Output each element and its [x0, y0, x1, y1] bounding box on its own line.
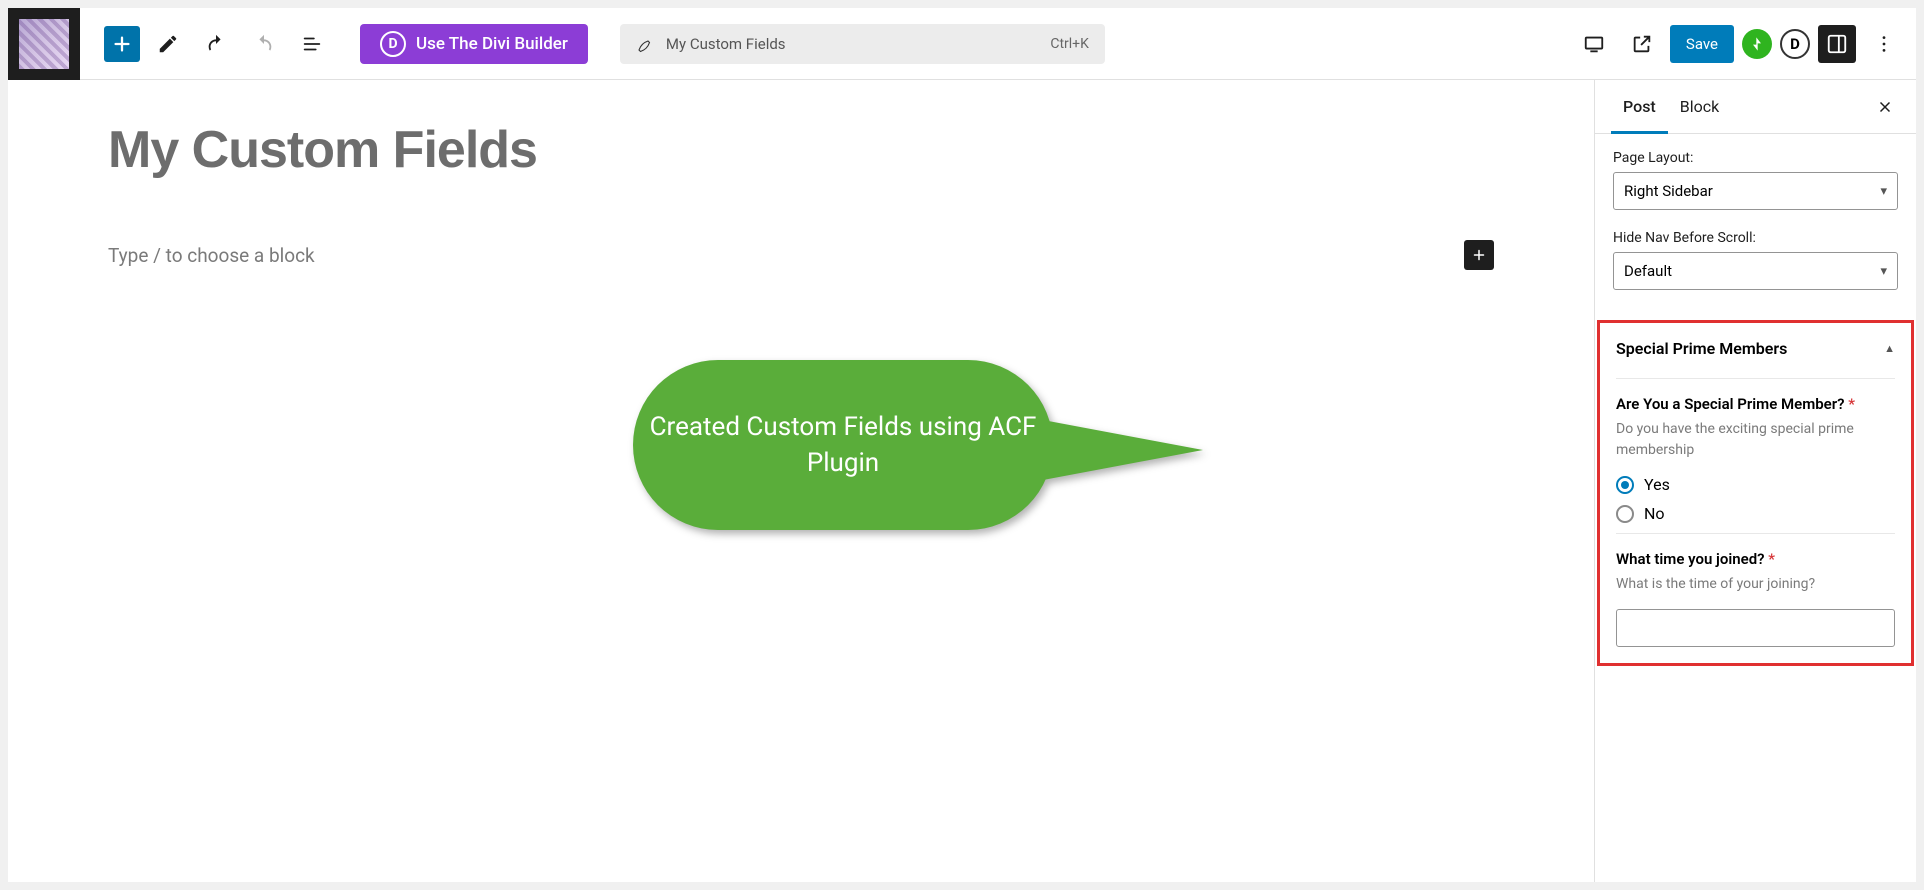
acf-panel-header[interactable]: Special Prime Members ▲ — [1616, 323, 1895, 370]
more-options-button[interactable] — [1864, 24, 1904, 64]
divi-circle-button[interactable]: D — [1780, 29, 1810, 59]
edit-tool-button[interactable] — [148, 24, 188, 64]
page-layout-select[interactable]: Right Sidebar ▾ — [1613, 172, 1898, 210]
save-button[interactable]: Save — [1670, 25, 1734, 63]
document-overview-button[interactable] — [292, 24, 332, 64]
time-joined-input[interactable] — [1616, 609, 1895, 647]
acf-field-description: What is the time of your joining? — [1616, 574, 1895, 595]
divi-builder-button[interactable]: D Use The Divi Builder — [360, 24, 588, 64]
settings-panel-toggle[interactable] — [1818, 25, 1856, 63]
chevron-down-icon: ▾ — [1880, 264, 1887, 279]
post-title[interactable]: My Custom Fields — [108, 120, 1494, 180]
chevron-down-icon: ▾ — [1880, 184, 1887, 199]
tab-block[interactable]: Block — [1668, 80, 1731, 133]
collapse-icon: ▲ — [1884, 342, 1895, 355]
site-logo[interactable] — [8, 8, 80, 80]
page-title-text: My Custom Fields — [666, 35, 786, 53]
hide-nav-select[interactable]: Default ▾ — [1613, 252, 1898, 290]
block-placeholder[interactable]: Type / to choose a block — [108, 244, 1464, 267]
hide-nav-label: Hide Nav Before Scroll: — [1613, 230, 1898, 246]
required-indicator: * — [1848, 395, 1855, 413]
required-indicator: * — [1768, 550, 1775, 568]
page-layout-label: Page Layout: — [1613, 150, 1898, 166]
shortcut-hint: Ctrl+K — [1050, 36, 1089, 52]
annotation-callout: Created Custom Fields using ACF Plugin — [633, 360, 1203, 530]
redo-button[interactable] — [244, 24, 284, 64]
acf-field-time-joined: What time you joined? * What is the time… — [1616, 533, 1895, 647]
add-block-button[interactable] — [104, 26, 140, 62]
pen-icon — [636, 35, 654, 53]
acf-field-description: Do you have the exciting special prime m… — [1616, 419, 1895, 461]
radio-option-no[interactable]: No — [1616, 504, 1895, 523]
inline-add-block-button[interactable] — [1464, 240, 1494, 270]
divi-button-label: Use The Divi Builder — [416, 34, 568, 54]
acf-panel: Special Prime Members ▲ Are You a Specia… — [1597, 320, 1914, 666]
editor-canvas: My Custom Fields Type / to choose a bloc… — [8, 80, 1594, 882]
radio-option-yes[interactable]: Yes — [1616, 475, 1895, 494]
divi-logo-icon: D — [380, 31, 406, 57]
editor-toolbar: D Use The Divi Builder My Custom Fields … — [8, 8, 1916, 80]
close-sidebar-button[interactable] — [1870, 92, 1900, 122]
page-title-field[interactable]: My Custom Fields Ctrl+K — [620, 24, 1105, 64]
view-button[interactable] — [1574, 24, 1614, 64]
undo-button[interactable] — [196, 24, 236, 64]
page-layout-field: Page Layout: Right Sidebar ▾ — [1613, 150, 1898, 210]
acf-field-prime-member: Are You a Special Prime Member? * Do you… — [1616, 378, 1895, 523]
jetpack-button[interactable] — [1742, 29, 1772, 59]
hide-nav-field: Hide Nav Before Scroll: Default ▾ — [1613, 230, 1898, 290]
sidebar-tabs: Post Block — [1595, 80, 1916, 134]
settings-sidebar: Post Block Page Layout: Right Sidebar ▾ … — [1594, 80, 1916, 882]
radio-icon — [1616, 505, 1634, 523]
radio-icon — [1616, 476, 1634, 494]
external-link-button[interactable] — [1622, 24, 1662, 64]
tab-post[interactable]: Post — [1611, 80, 1668, 133]
